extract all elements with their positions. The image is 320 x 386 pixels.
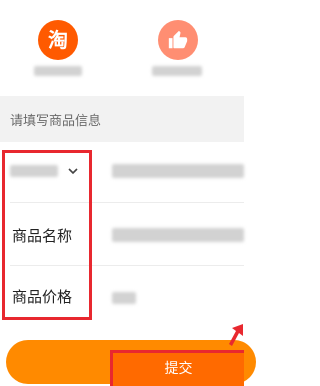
app-name-blurred	[152, 66, 202, 76]
price-value-blurred	[112, 292, 136, 304]
pointer-arrow-icon	[229, 324, 243, 346]
name-value-blurred	[112, 228, 244, 242]
bottom-action-bar: 提交	[0, 328, 256, 386]
taobao-app-icon[interactable]: 淘	[38, 20, 78, 60]
form-section-header: 请填写商品信息	[0, 96, 244, 142]
app-name-blurred	[34, 66, 82, 76]
submit-button[interactable]: 提交	[110, 350, 244, 386]
platform-value-blurred	[112, 164, 244, 178]
thumbs-up-icon[interactable]	[158, 20, 198, 60]
app-selector: 淘	[0, 0, 244, 96]
labels-highlight-box	[2, 150, 92, 320]
section-title: 请填写商品信息	[10, 114, 102, 129]
